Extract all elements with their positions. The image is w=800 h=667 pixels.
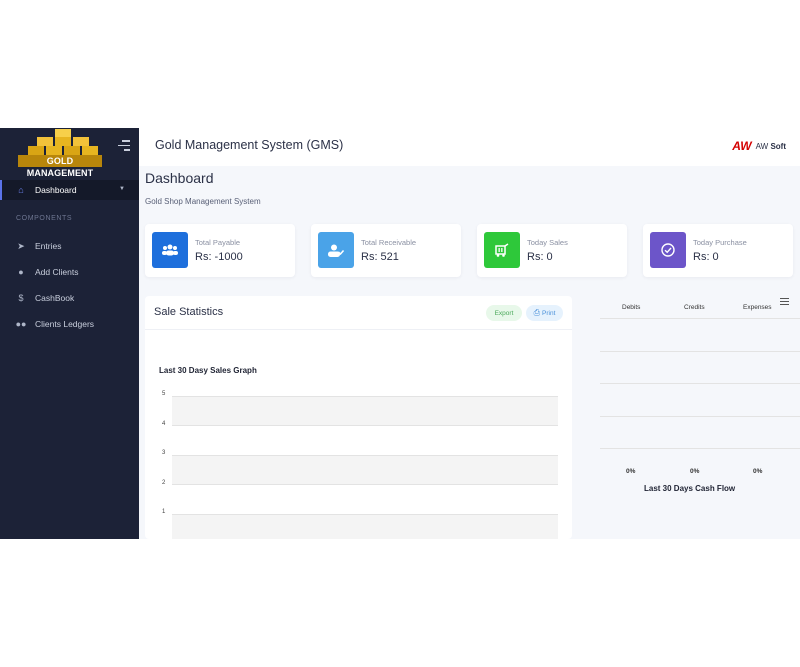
print-button[interactable]: ⎙ Print — [526, 305, 563, 321]
chart-title: Last 30 Days Cash Flow — [644, 484, 736, 493]
sale-statistics-panel: Sale Statistics Export ⎙ Print Last 30 D… — [145, 296, 572, 539]
sidebar-item-label: Dashboard — [35, 185, 77, 195]
card-label: Today Purchase — [693, 238, 747, 247]
card-label: Today Sales — [527, 238, 568, 247]
grid-line — [600, 448, 800, 449]
page-title: Dashboard — [145, 170, 214, 186]
data-label: 0% — [690, 468, 700, 475]
y-tick-label: 2 — [162, 480, 166, 486]
card-today-sales: Today Sales Rs: 0 — [477, 224, 627, 277]
grid-line — [600, 383, 800, 384]
grid-band — [172, 396, 558, 425]
data-label: 0% — [626, 468, 636, 475]
top-header: Gold Management System (GMS) AW AW Soft — [139, 128, 800, 166]
data-label: 0% — [753, 468, 763, 475]
sidebar: GOLD MANAGEMENT ⌂ Dashboard ▼ COMPONENTS… — [0, 128, 139, 539]
app-title: Gold Management System (GMS) — [155, 138, 344, 152]
cash-category-label: Expenses — [743, 304, 772, 311]
grid-line — [600, 318, 800, 319]
print-label: Print — [542, 309, 556, 317]
page-subtitle: Gold Shop Management System — [145, 197, 261, 206]
sidebar-item-label: Entries — [35, 241, 62, 251]
cash-category-label: Credits — [684, 304, 705, 311]
chart-title: Last 30 Dasy Sales Graph — [159, 366, 257, 375]
card-label: Total Receivable — [361, 238, 417, 247]
home-icon: ⌂ — [18, 185, 24, 195]
tag-icon: ➤ — [17, 240, 25, 251]
check-circle-icon — [650, 232, 686, 268]
sidebar-item-label: CashBook — [35, 293, 75, 303]
card-today-purchase: Today Purchase Rs: 0 — [643, 224, 793, 277]
brand-logo: AW — [732, 139, 752, 153]
logo-text: GOLD MANAGEMENT — [18, 155, 102, 178]
gold-bars-icon — [28, 129, 98, 155]
sidebar-item-dashboard[interactable]: ⌂ Dashboard ▼ — [0, 180, 139, 200]
card-total-receivable: Total Receivable Rs: 521 — [311, 224, 461, 277]
y-tick-label: 5 — [162, 391, 166, 397]
y-tick-label: 1 — [162, 509, 166, 515]
export-button[interactable]: Export — [486, 305, 522, 321]
user-check-icon — [318, 232, 354, 268]
card-value: Rs: 521 — [361, 251, 399, 263]
grid-line — [172, 514, 558, 515]
grid-line — [172, 455, 558, 456]
chart-menu-icon[interactable] — [780, 298, 789, 307]
grid-line — [600, 351, 800, 352]
panel-header: Sale Statistics Export ⎙ Print — [145, 296, 572, 330]
grid-line — [172, 396, 558, 397]
menu-toggle-icon[interactable] — [116, 140, 130, 152]
card-value: Rs: 0 — [693, 251, 719, 263]
grid-line — [600, 416, 800, 417]
sidebar-item-label: Clients Ledgers — [35, 319, 95, 329]
sidebar-item-entries[interactable]: ➤ Entries — [0, 236, 139, 256]
users-icon: ●● — [15, 319, 27, 329]
user-icon: ● — [18, 267, 24, 277]
dollar-icon: $ — [18, 293, 24, 303]
panel-title: Sale Statistics — [154, 306, 224, 318]
grid-band — [172, 455, 558, 484]
users-icon — [152, 232, 188, 268]
chevron-down-icon: ▼ — [119, 186, 125, 192]
grid-line — [172, 484, 558, 485]
app-shell: GOLD MANAGEMENT ⌂ Dashboard ▼ COMPONENTS… — [0, 128, 800, 539]
sidebar-item-label: Add Clients — [35, 267, 79, 277]
card-label: Total Payable — [195, 238, 241, 247]
sidebar-item-cashbook[interactable]: $ CashBook — [0, 288, 139, 308]
cash-flow-chart: Debits Credits Expenses 0% 0% 0% Last 30… — [590, 296, 800, 539]
sidebar-item-add-clients[interactable]: ● Add Clients — [0, 262, 139, 282]
sidebar-item-clients-ledgers[interactable]: ●● Clients Ledgers — [0, 314, 139, 334]
grid-band — [172, 514, 558, 539]
y-tick-label: 4 — [162, 421, 166, 427]
card-value: Rs: 0 — [527, 251, 553, 263]
cart-icon — [484, 232, 520, 268]
sidebar-section-label: COMPONENTS — [16, 215, 73, 222]
card-total-payable: Total Payable Rs: -1000 — [145, 224, 295, 277]
cash-category-label: Debits — [622, 304, 641, 311]
grid-line — [172, 425, 558, 426]
brand[interactable]: AW AW Soft — [732, 139, 786, 153]
card-value: Rs: -1000 — [195, 251, 243, 263]
brand-name: AW Soft — [755, 141, 786, 151]
printer-icon: ⎙ — [533, 308, 541, 317]
y-tick-label: 3 — [162, 450, 166, 456]
